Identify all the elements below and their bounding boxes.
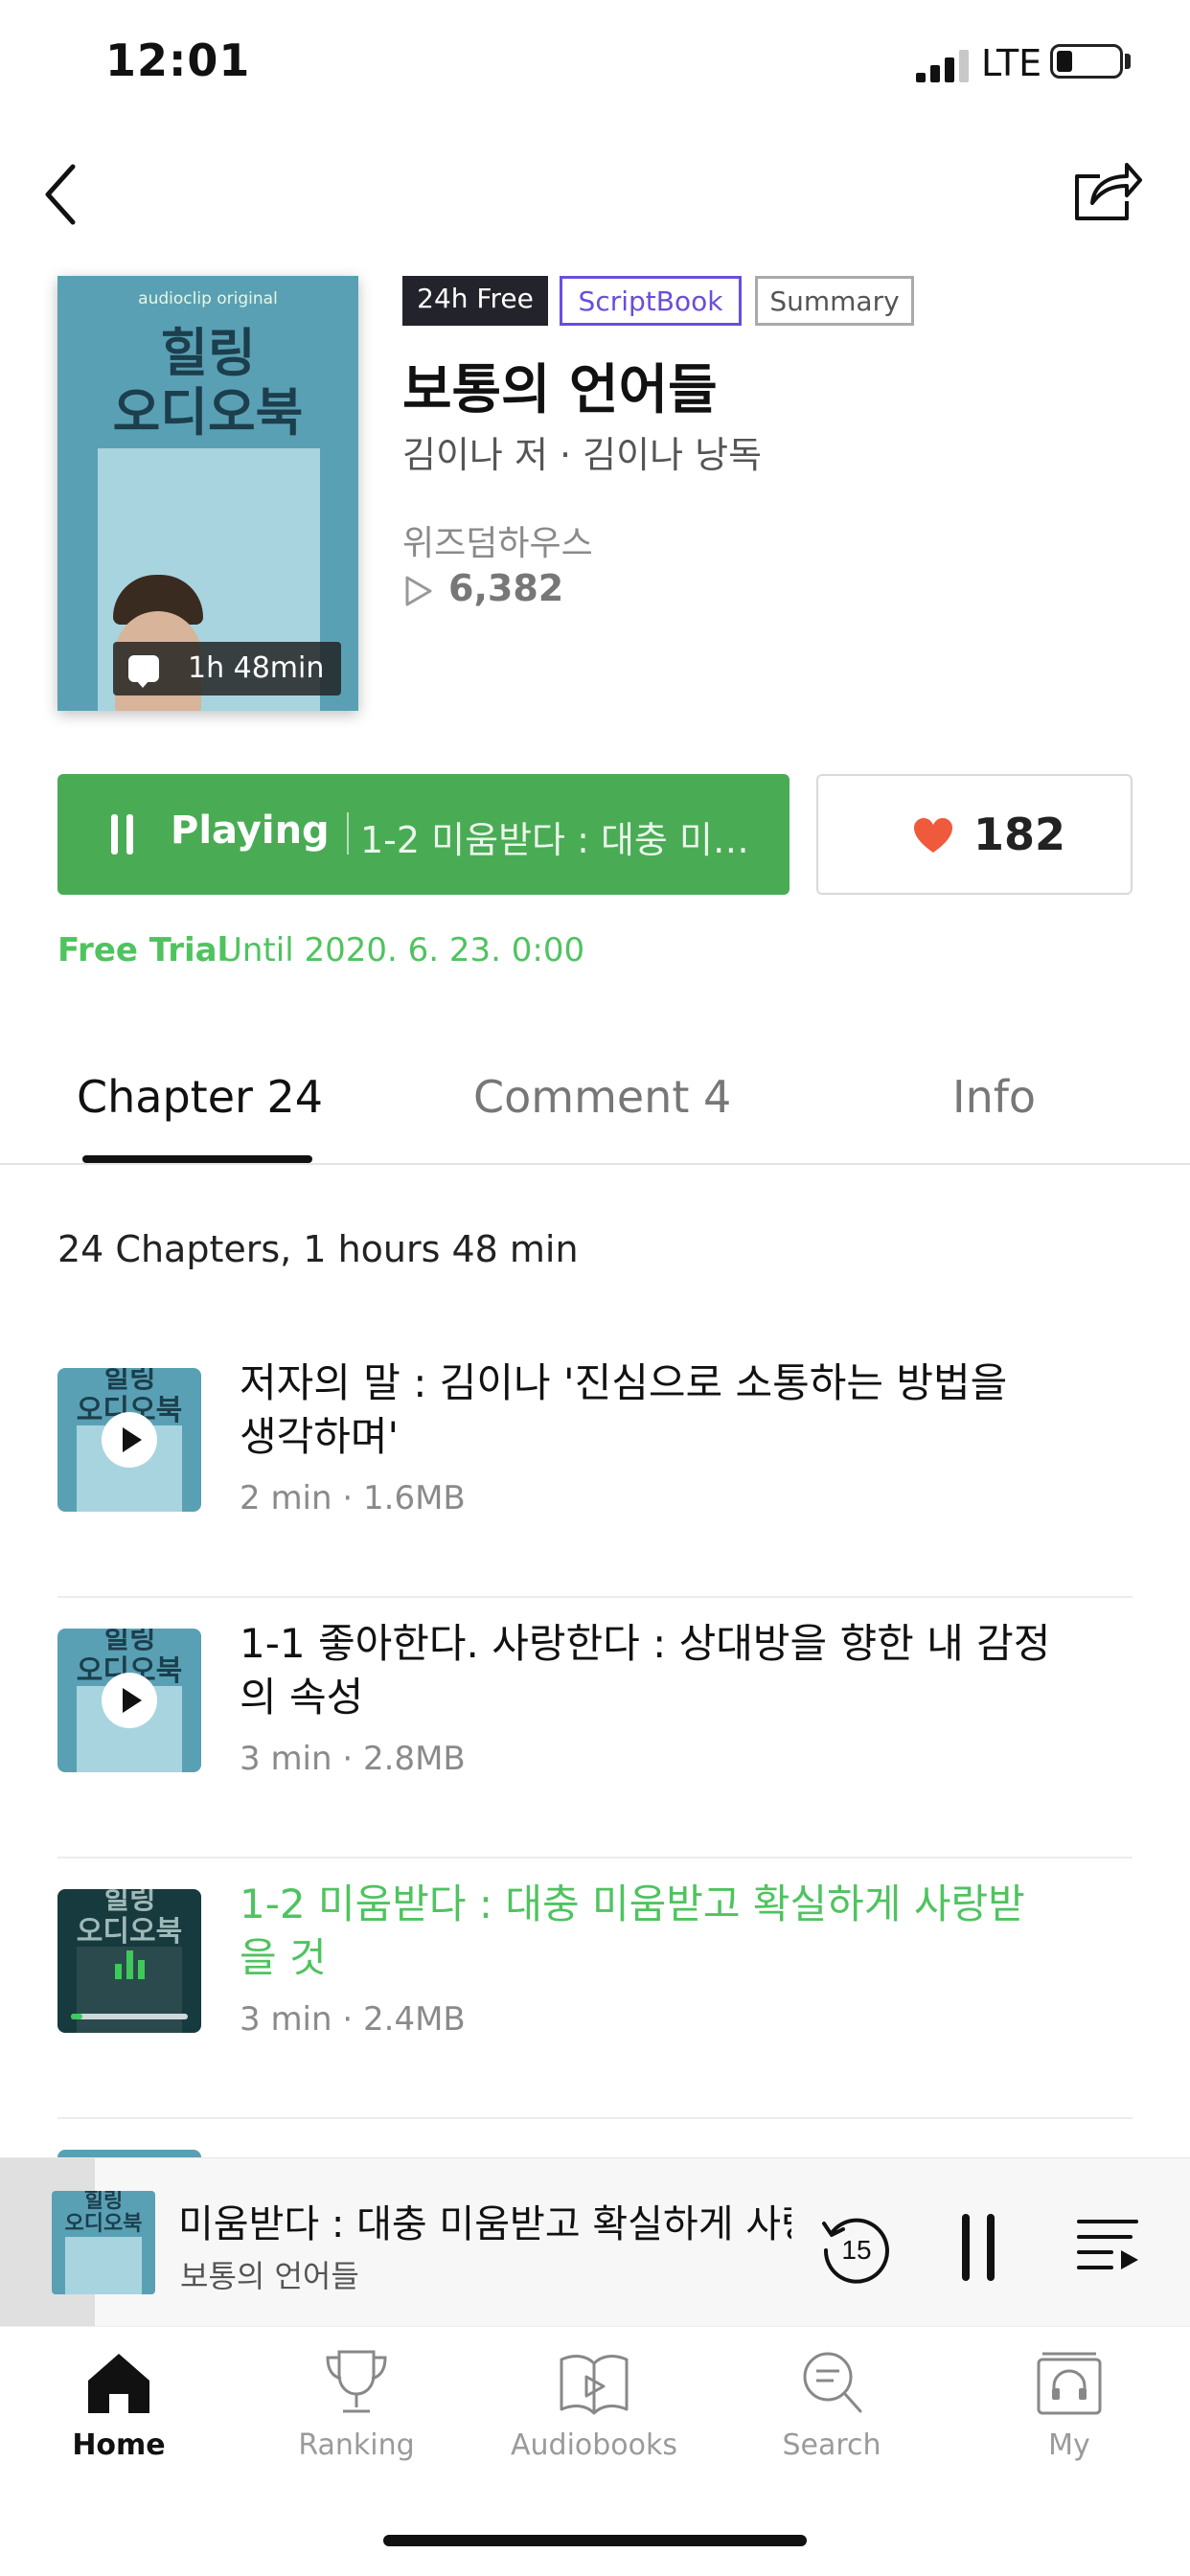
tag-scriptbook[interactable]: ScriptBook [560, 276, 742, 326]
chapter-progress [71, 2014, 188, 2019]
chapter-title: 저자의 말 : 김이나 '진심으로 소통하는 방법을 생각하며' [240, 1359, 1008, 1460]
chapter-thumbnail: 힐링 오디오북 [57, 1889, 201, 2033]
tab-active-indicator [82, 1155, 312, 1163]
pause-icon [107, 814, 136, 855]
tag-24h-free: 24h Free [402, 276, 548, 326]
tabbar-home[interactable]: Home [23, 2346, 215, 2462]
mini-player-title: 미움받다 : 대충 미움받고 확실하게 사랑 [178, 2202, 791, 2246]
chapter-title: 1-1 좋아한다. 사랑한다 : 상대방을 향한 내 감정의 속성 [240, 1620, 1051, 1721]
like-count: 182 [973, 809, 1066, 860]
free-trial-label: Free Trial [57, 931, 229, 969]
cover-title: 힐링 오디오북 [112, 323, 304, 443]
playlist-icon[interactable] [1077, 2218, 1140, 2273]
chapter-summary: 24 Chapters, 1 hours 48 min [57, 1228, 579, 1270]
tabbar-my[interactable]: My [973, 2346, 1165, 2462]
trophy-icon [326, 2350, 387, 2413]
tab-chapter[interactable]: Chapter 24 [77, 1071, 323, 1123]
signal-icon [916, 50, 969, 82]
chapter-thumbnail: 힐링 오디오북 [57, 1629, 201, 1772]
back-icon[interactable] [38, 159, 86, 230]
tabbar-ranking[interactable]: Ranking [261, 2346, 452, 2462]
mini-player[interactable]: 힐링 오디오북 미움받다 : 대충 미움받고 확실하게 사랑 보통의 언어들 1… [0, 2157, 1190, 2327]
list-item[interactable]: 힐링 오디오북 1-2 미움받다 : 대충 미움받고 확실하게 사랑받을 것 3… [57, 1858, 1133, 2119]
tabbar-search[interactable]: Search [736, 2346, 927, 2462]
headphones-icon [1037, 2352, 1102, 2415]
tab-comment[interactable]: Comment 4 [473, 1071, 731, 1123]
heart-icon [914, 818, 952, 853]
tab-divider [0, 1163, 1190, 1165]
book-author: 김이나 저 · 김이나 낭독 [402, 434, 763, 476]
like-button[interactable]: 182 [816, 774, 1133, 895]
rewind-15-icon[interactable]: 15 [818, 2212, 891, 2285]
mini-pause-icon[interactable] [958, 2214, 1002, 2281]
tag-summary[interactable]: Summary [755, 276, 914, 326]
book-title: 보통의 언어들 [402, 359, 718, 422]
free-trial-until: Until 2020. 6. 23. 0:00 [218, 931, 585, 969]
play-icon[interactable] [102, 1412, 157, 1468]
search-icon [803, 2352, 862, 2413]
network-label: LTE [981, 42, 1042, 84]
chapter-meta: 3 min · 2.8MB [240, 1740, 466, 1778]
tabbar-audiobooks[interactable]: Audiobooks [498, 2346, 690, 2462]
cover-brand: audioclip original [138, 289, 278, 308]
chapter-thumbnail: 힐링 오디오북 [57, 1368, 201, 1512]
home-icon [88, 2354, 149, 2413]
playing-track: 1-2 미움받다 : 대충 미… [360, 819, 749, 861]
share-icon[interactable] [1071, 155, 1144, 224]
svg-text:15: 15 [841, 2235, 871, 2265]
duration-badge: 1h 48min [113, 642, 341, 695]
chapter-meta: 3 min · 2.4MB [240, 2000, 466, 2039]
book-publisher: 위즈덤하우스 [402, 524, 593, 563]
mini-player-subtitle: 보통의 언어들 [180, 2258, 359, 2294]
list-item[interactable]: 힐링 오디오북 저자의 말 : 김이나 '진심으로 소통하는 방법을 생각하며'… [57, 1337, 1133, 1598]
tab-info[interactable]: Info [952, 1071, 1036, 1123]
equalizer-icon [115, 1949, 148, 1979]
playing-button[interactable]: Playing 1-2 미움받다 : 대충 미… [57, 774, 790, 895]
play-count-icon [405, 576, 432, 606]
play-icon[interactable] [102, 1673, 157, 1728]
mini-player-thumbnail: 힐링 오디오북 [52, 2191, 155, 2294]
book-icon [560, 2355, 629, 2415]
chapter-title: 1-2 미움받다 : 대충 미움받고 확실하게 사랑받을 것 [240, 1881, 1025, 1981]
home-indicator [383, 2535, 807, 2546]
divider [57, 2117, 1133, 2119]
battery-icon [1050, 44, 1123, 79]
speech-bubble-icon [128, 655, 159, 688]
status-time: 12:01 [105, 34, 251, 86]
playing-label: Playing [171, 809, 330, 853]
play-count: 6,382 [448, 567, 564, 609]
chapter-meta: 2 min · 1.6MB [240, 1479, 466, 1517]
battery-tip [1125, 54, 1131, 69]
list-item[interactable]: 힐링 오디오북 1-1 좋아한다. 사랑한다 : 상대방을 향한 내 감정의 속… [57, 1598, 1133, 1858]
